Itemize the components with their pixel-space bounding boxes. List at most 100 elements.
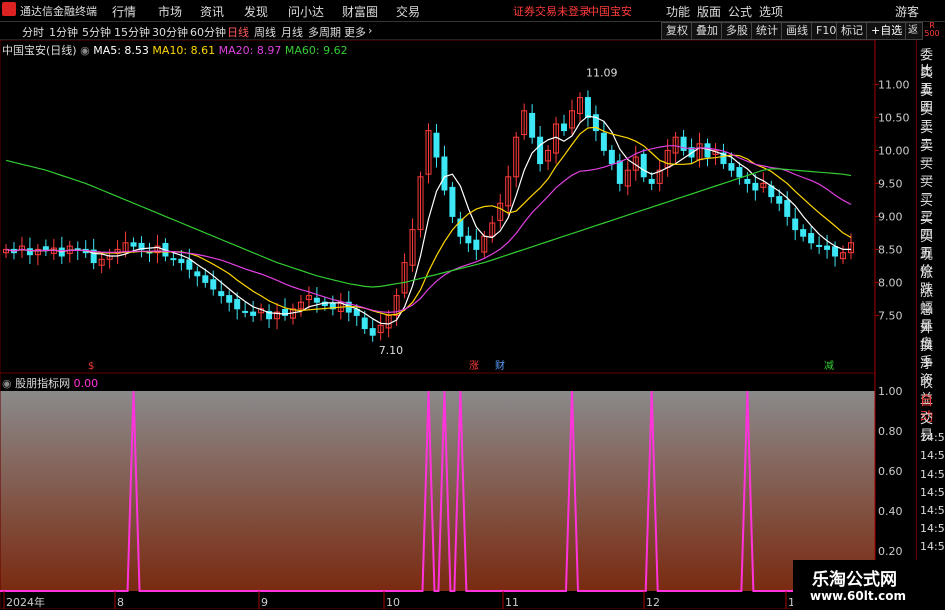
menu-discover[interactable]: 发现: [244, 3, 268, 20]
candle-body: [369, 328, 376, 336]
candle-body: [752, 182, 759, 191]
candle-body: [600, 132, 607, 151]
settings-icon[interactable]: ◉: [80, 44, 90, 57]
toolbar-stats[interactable]: 统计: [751, 22, 783, 40]
price-axis-label: 7.50: [878, 309, 903, 322]
price-axis-label: 8.00: [878, 276, 903, 289]
sidebar-item: 14:56: [920, 485, 945, 499]
menu-layout[interactable]: 版面: [697, 3, 721, 20]
period-5min[interactable]: 5分钟: [82, 24, 111, 40]
candle-body: [242, 310, 249, 313]
r-badge: R 500: [922, 22, 942, 38]
toolbar-overlay[interactable]: 叠加: [691, 22, 723, 40]
toolbar-mark[interactable]: 标记: [836, 22, 868, 40]
indicator-axis-label: 0.20: [878, 545, 903, 558]
event-mark: 减: [824, 360, 834, 372]
indicator-settings-icon[interactable]: ◉: [2, 377, 12, 390]
menu-functions[interactable]: 功能: [666, 3, 690, 20]
menu-formula[interactable]: 公式: [728, 3, 752, 20]
sidebar-item: 14:56: [920, 540, 945, 554]
watermark-title: 乐淘公式网: [812, 570, 897, 590]
period-monthly[interactable]: 月线: [281, 24, 303, 40]
indicator-name: 股朋指标网: [15, 377, 71, 390]
period-15min[interactable]: 15分钟: [114, 24, 150, 40]
guest-label[interactable]: 游客: [895, 3, 919, 20]
candle-body: [234, 299, 241, 310]
price-axis-label: 11.00: [878, 78, 910, 91]
indicator-axis-label: 1.00: [878, 385, 903, 398]
period-multi[interactable]: 多周期: [308, 24, 341, 40]
login-notice[interactable]: 证券交易未登录: [513, 3, 590, 19]
time-axis-label: 11: [505, 596, 519, 609]
price-axis-label: 9.50: [878, 177, 903, 190]
indicator-value: 0.00: [73, 377, 99, 390]
candle-body: [226, 295, 233, 303]
period-daily[interactable]: 日线: [227, 24, 249, 40]
ma-legend: 中国宝安(日线) ◉ MA5: 8.53 MA10: 8.61 MA20: 8.…: [2, 42, 348, 58]
period-intraday[interactable]: 分时: [22, 24, 44, 40]
period-weekly[interactable]: 周线: [254, 24, 276, 40]
indicator-legend: ◉ 股朋指标网 0.00: [2, 375, 98, 391]
menu-market-quotes[interactable]: 行情: [112, 3, 136, 20]
period-more[interactable]: 更多: [344, 24, 366, 40]
sidebar-item: 14:56: [920, 522, 945, 536]
menu-assistant[interactable]: 问小达: [288, 3, 324, 20]
period-30min[interactable]: 30分钟: [152, 24, 188, 40]
candle-body: [178, 258, 185, 264]
candle-body: [250, 311, 257, 316]
indicator-axis-label: 0.60: [878, 465, 903, 478]
toolbar-add-watch[interactable]: +自选: [866, 22, 908, 40]
toolbar-back[interactable]: 返回: [905, 22, 923, 40]
candle-body: [728, 163, 735, 171]
menu-market[interactable]: 市场: [158, 3, 182, 20]
watermark-url: www.60lt.com: [810, 589, 907, 603]
candle-body: [704, 143, 711, 158]
app-logo-icon: [2, 2, 16, 16]
toolbar-rights-adjust[interactable]: 复权: [661, 22, 693, 40]
candle-body: [218, 291, 225, 297]
candle-body: [744, 178, 751, 184]
indicator-chart[interactable]: 1.000.800.600.400.202024年 8 9 10 11 12 1: [0, 373, 916, 609]
indicator-axis-label: 0.40: [878, 505, 903, 518]
sidebar-item: 14:56: [920, 449, 945, 463]
candle-body: [800, 229, 807, 237]
chevron-right-icon[interactable]: ›: [368, 24, 372, 37]
period-1min[interactable]: 1分钟: [49, 24, 78, 40]
toolbar-draw[interactable]: 画线: [781, 22, 813, 40]
candle-body: [792, 218, 799, 231]
price-axis-label: 8.50: [878, 243, 903, 256]
period-60min[interactable]: 60分钟: [190, 24, 226, 40]
price-axis-label: 10.50: [878, 111, 910, 124]
menu-wealth[interactable]: 财富圈: [342, 3, 378, 20]
ma20-label: MA20: 8.97: [218, 44, 282, 57]
event-mark: 涨: [469, 360, 479, 372]
time-axis-label: 12: [646, 596, 660, 609]
price-axis-label: 10.00: [878, 144, 910, 157]
r-value: 500: [924, 29, 940, 38]
candle-body: [824, 245, 831, 250]
menu-trade[interactable]: 交易: [396, 3, 420, 20]
candle-body: [433, 132, 440, 158]
kline-chart[interactable]: 11.00 10.50 10.00 9.50 9.00 8.50 8.00 7.50 11.09…: [0, 40, 916, 373]
candle-body: [616, 160, 623, 184]
time-axis-label: 9: [261, 596, 268, 609]
sidebar-item: 14:56: [920, 467, 945, 481]
candle-body: [441, 156, 448, 191]
menu-options[interactable]: 选项: [759, 3, 783, 20]
menu-news[interactable]: 资讯: [200, 3, 224, 20]
ma5-label: MA5: 8.53: [93, 44, 149, 57]
price-axis-label: 9.00: [878, 210, 903, 223]
candle-body: [529, 112, 536, 138]
candle-body: [808, 233, 815, 244]
candle-body: [186, 259, 193, 270]
ma60-label: MA60: 9.62: [284, 44, 348, 57]
sidebar-item: 14:56: [920, 504, 945, 517]
low-annotation: 7.10: [379, 344, 404, 357]
candle-body: [640, 153, 647, 178]
time-axis-label: 8: [117, 596, 124, 609]
candle-body: [776, 196, 783, 204]
title-bar: [0, 0, 945, 22]
main-frame: [0, 40, 876, 373]
candle-body: [210, 279, 217, 290]
toolbar-multi-stock[interactable]: 多股: [721, 22, 753, 40]
